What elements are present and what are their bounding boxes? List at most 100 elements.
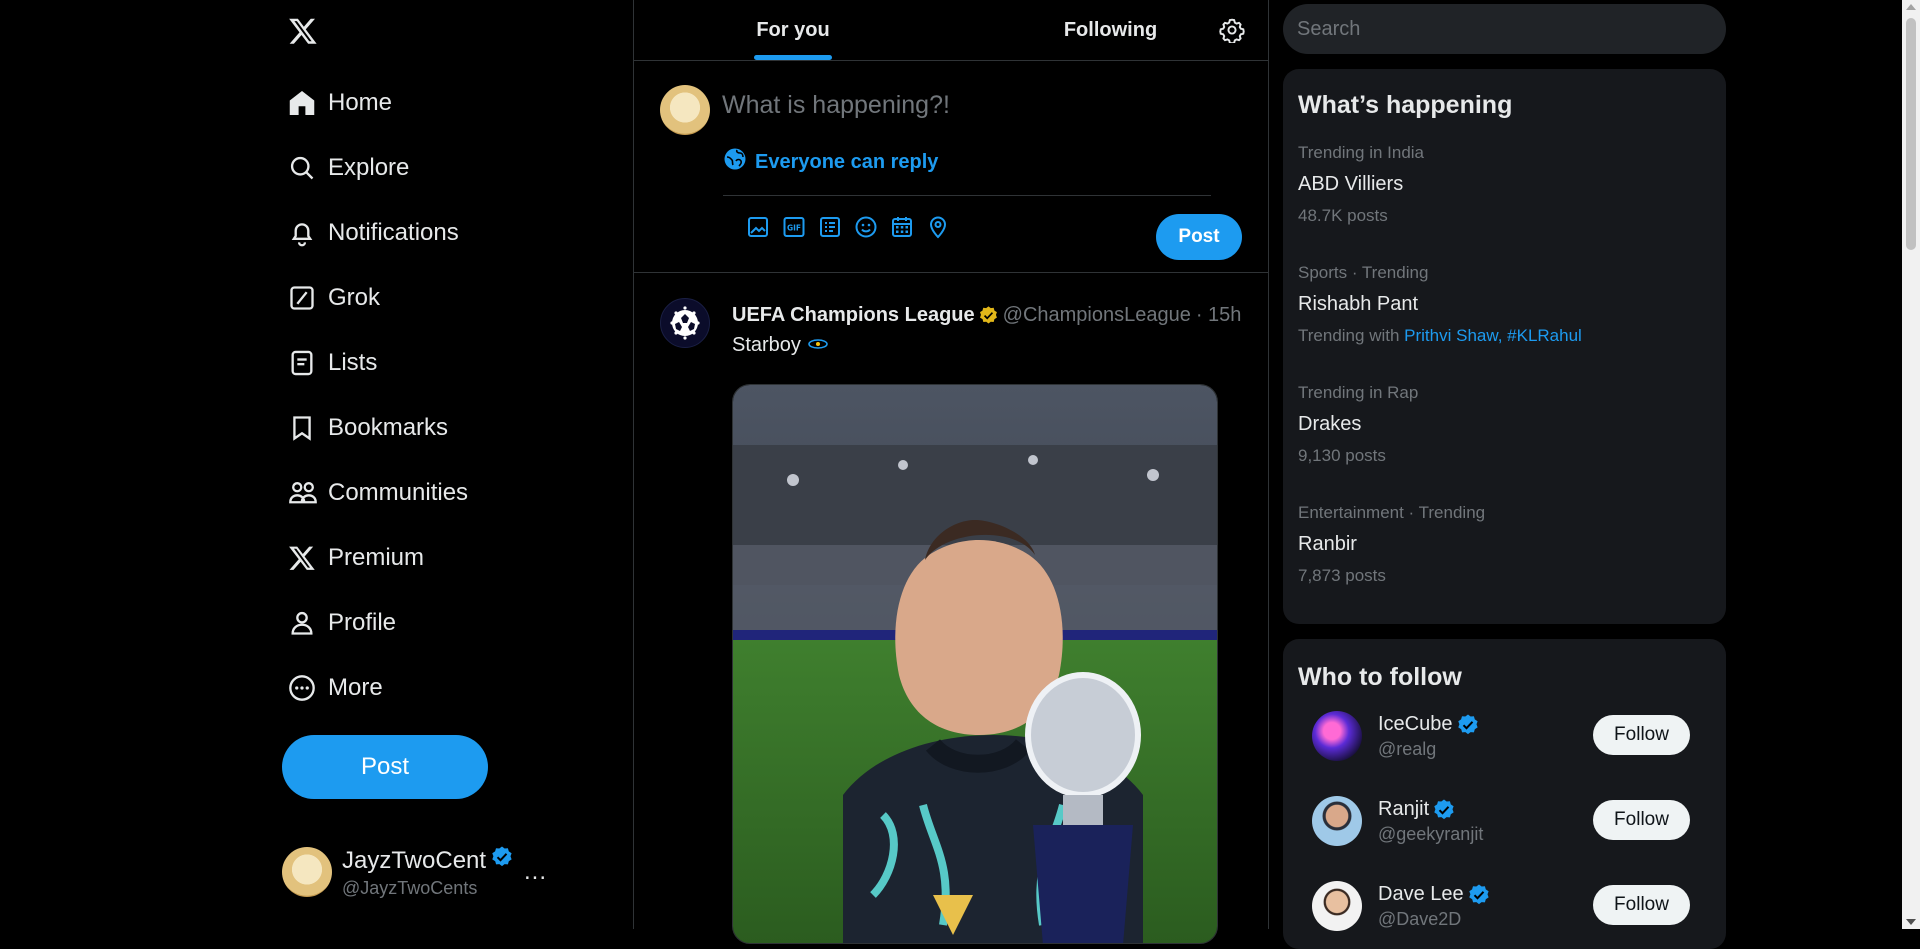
trend-posts: 48.7K posts: [1298, 206, 1388, 225]
app-frame: Home Explore Notifications Grok Lists Bo…: [0, 0, 1920, 949]
card-title: What’s happening: [1298, 91, 1513, 119]
scroll-up-arrow-icon[interactable]: [1906, 4, 1916, 10]
nav-label: Lists: [328, 349, 378, 376]
emoji-icon[interactable]: [854, 215, 878, 239]
people-icon: [282, 473, 322, 513]
active-tab-indicator: [754, 55, 832, 60]
nav-item-notifications[interactable]: Notifications: [282, 207, 459, 259]
location-icon[interactable]: [926, 215, 950, 239]
tweet-author-handle[interactable]: @ChampionsLeague: [1003, 304, 1191, 327]
nav-label: More: [328, 674, 383, 701]
nav-item-bookmarks[interactable]: Bookmarks: [282, 402, 448, 454]
nav-item-explore[interactable]: Explore: [282, 142, 409, 194]
trend-meta: Sports · Trending: [1298, 263, 1429, 282]
tweet-author-name[interactable]: UEFA Champions League: [732, 304, 975, 327]
tweet-time[interactable]: · 15h: [1196, 304, 1242, 327]
home-icon: [282, 83, 322, 123]
verified-badge-icon: [1432, 798, 1456, 822]
follow-suggestion[interactable]: Dave Lee @Dave2D Follow: [1298, 870, 1718, 942]
avatar[interactable]: [660, 298, 710, 348]
trend-posts: 7,873 posts: [1298, 566, 1386, 585]
schedule-icon[interactable]: [890, 215, 914, 239]
nav-label: Explore: [328, 154, 410, 181]
trend-meta: Entertainment · Trending: [1298, 503, 1486, 522]
page-scrollbar[interactable]: [1902, 0, 1920, 929]
scrollbar-thumb[interactable]: [1906, 18, 1916, 250]
trend-related-link[interactable]: Prithvi Shaw, #KLRahul: [1404, 326, 1582, 345]
gif-icon[interactable]: GIF: [782, 215, 806, 239]
verified-gold-badge-icon: [978, 305, 999, 326]
scroll-down-arrow-icon[interactable]: [1906, 919, 1916, 925]
trend-item[interactable]: Trending in Rap Drakes 9,130 posts: [1298, 383, 1708, 466]
poll-icon[interactable]: [818, 215, 842, 239]
nav-item-profile[interactable]: Profile: [282, 597, 396, 649]
follow-button[interactable]: Follow: [1593, 715, 1690, 755]
user-handle: @geekyranjit: [1378, 823, 1484, 844]
account-name: JayzTwoCent: [342, 846, 487, 874]
follow-suggestion[interactable]: Ranjit @geekyranjit Follow: [1298, 785, 1718, 857]
user-name: IceCube: [1378, 713, 1453, 735]
trend-name: Ranbir: [1298, 533, 1357, 555]
person-icon: [282, 603, 322, 643]
bell-icon: [282, 213, 322, 253]
timeline: For you Following Everyone can reply: [633, 0, 1269, 944]
account-switcher[interactable]: JayzTwoCent @JayzTwoCents ...: [282, 844, 582, 900]
verified-badge-icon: [1467, 883, 1491, 907]
more-circle-icon: [282, 668, 322, 708]
search-input[interactable]: [1283, 4, 1726, 54]
user-name: Dave Lee: [1378, 883, 1464, 905]
verified-badge-icon: [490, 845, 514, 876]
nav-label: Profile: [328, 609, 397, 636]
follow-button[interactable]: Follow: [1593, 885, 1690, 925]
follow-suggestion[interactable]: IceCube @realg Follow: [1298, 700, 1718, 772]
nav-item-home[interactable]: Home: [282, 77, 392, 129]
avatar: [282, 847, 332, 897]
who-to-follow-card: Who to follow IceCube @realg Follow Ranj…: [1283, 639, 1726, 949]
trend-item[interactable]: Sports · Trending Rishabh Pant Trending …: [1298, 263, 1708, 346]
nav-item-more[interactable]: More: [282, 662, 383, 714]
compose-input[interactable]: [722, 85, 1222, 125]
tab-for-you[interactable]: For you: [634, 0, 952, 60]
timeline-tabs: For you Following: [634, 0, 1269, 61]
gear-icon[interactable]: [1219, 17, 1245, 45]
nav-item-grok[interactable]: Grok: [282, 272, 380, 324]
composer: Everyone can reply GIF: [634, 61, 1269, 273]
verified-badge-icon: [1456, 713, 1480, 737]
post-button[interactable]: Post: [282, 735, 488, 799]
nav-label: Notifications: [328, 219, 459, 246]
tweet-body: Starboy: [732, 334, 801, 356]
trend-related-prefix: Trending with: [1298, 326, 1405, 345]
bookmark-icon: [282, 408, 322, 448]
globe-icon: [723, 147, 747, 177]
trend-meta: Trending in Rap: [1298, 383, 1419, 402]
list-icon: [282, 343, 322, 383]
user-name: Ranjit: [1378, 798, 1430, 820]
whats-happening-card: What’s happening Trending in India ABD V…: [1283, 69, 1726, 624]
composer-toolbar: GIF: [746, 215, 950, 239]
trend-name: Rishabh Pant: [1298, 293, 1419, 315]
grok-icon: [282, 278, 322, 318]
avatar: [660, 85, 710, 135]
trend-item[interactable]: Entertainment · Trending Ranbir 7,873 po…: [1298, 503, 1708, 586]
reply-setting-label: Everyone can reply: [755, 150, 939, 173]
x-logo-icon: [282, 538, 322, 578]
trend-meta: Trending in India: [1298, 143, 1425, 162]
compose-post-button[interactable]: Post: [1156, 214, 1242, 260]
tweet-header: UEFA Champions League @ChampionsLeague ·…: [732, 304, 1241, 327]
nav-item-lists[interactable]: Lists: [282, 337, 377, 389]
x-logo-icon[interactable]: [288, 16, 324, 52]
more-dots-icon[interactable]: ...: [524, 858, 547, 886]
tweet-image[interactable]: [732, 384, 1218, 944]
nav-label: Bookmarks: [328, 414, 449, 441]
trend-posts: 9,130 posts: [1298, 446, 1386, 465]
tweet[interactable]: UEFA Champions League @ChampionsLeague ·…: [634, 274, 1269, 944]
nav-item-premium[interactable]: Premium: [282, 532, 424, 584]
trend-item[interactable]: Trending in India ABD Villiers 48.7K pos…: [1298, 143, 1708, 226]
right-sidebar: What’s happening Trending in India ABD V…: [1283, 0, 1727, 949]
image-icon[interactable]: [746, 215, 770, 239]
trend-name: Drakes: [1298, 413, 1362, 435]
nav-item-communities[interactable]: Communities: [282, 467, 468, 519]
follow-button[interactable]: Follow: [1593, 800, 1690, 840]
reply-setting[interactable]: Everyone can reply: [723, 147, 938, 177]
nav-label: Communities: [328, 479, 469, 506]
